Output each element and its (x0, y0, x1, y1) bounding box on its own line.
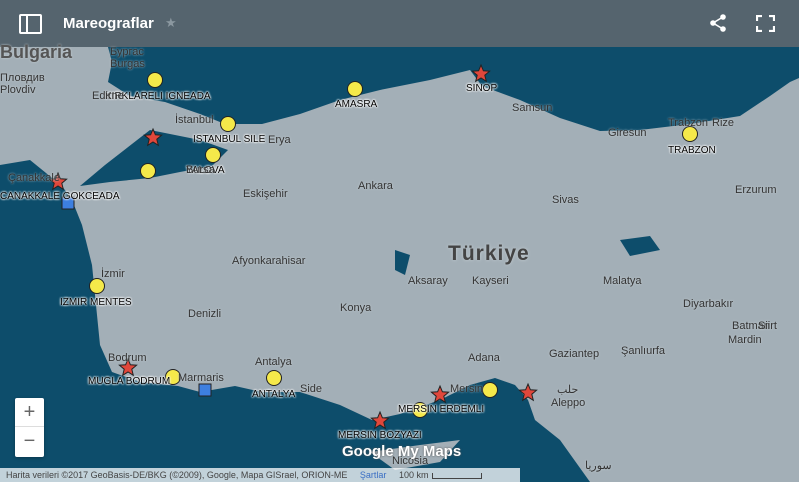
city-label: Giresun (608, 127, 647, 139)
city-label: Aksaray (408, 275, 448, 287)
map-footer: Harita verileri ©2017 GeoBasis-DE/BKG (©… (0, 468, 520, 482)
city-label: Kayseri (472, 275, 509, 287)
city-label: Rize (712, 117, 735, 129)
city-label: Бургас (110, 46, 144, 58)
city-label: Ankara (358, 180, 393, 192)
marker-label: ISTANBUL SILE (193, 134, 266, 145)
city-label: Aleppo (551, 397, 586, 409)
marker-label: MERSIN BOZYAZI (338, 430, 422, 441)
circle-marker[interactable] (147, 72, 163, 88)
city-label: İstanbul (175, 114, 214, 126)
marker-label: ANTALYA (252, 389, 296, 400)
city-label: Trabzon (668, 117, 708, 129)
map-header: Mareograflar ★ (0, 0, 799, 47)
fullscreen-icon[interactable] (756, 15, 775, 32)
city-label: Eskişehir (243, 188, 288, 200)
map-title: Mareograflar (63, 15, 154, 32)
city-label: Erzurum (735, 184, 777, 196)
marker-label: SINOP (466, 83, 498, 94)
share-icon[interactable] (708, 13, 728, 33)
marker-label: MERSIN ERDEMLI (398, 404, 485, 415)
city-label: Plovdiv (0, 84, 36, 96)
city-label: Пловдив (0, 72, 45, 84)
country-label: Türkiye (448, 242, 530, 265)
circle-marker[interactable] (140, 163, 156, 179)
zoom-control: + − (15, 398, 44, 457)
circle-marker[interactable] (205, 147, 221, 163)
city-label: Siirt (758, 320, 777, 332)
city-label: Bursa (186, 164, 215, 176)
circle-marker[interactable] (347, 81, 363, 97)
city-label: Diyarbakır (683, 298, 734, 310)
city-label: Afyonkarahisar (232, 255, 306, 267)
side-panel-icon[interactable] (19, 14, 42, 34)
city-label: Sivas (552, 194, 579, 206)
scale-bar (432, 472, 483, 479)
marker-label: MUGLA BODRUM (88, 376, 171, 387)
star-icon[interactable]: ★ (165, 15, 177, 31)
city-label: حلب (557, 384, 579, 396)
attribution: Harita verileri ©2017 GeoBasis-DE/BKG (©… (6, 470, 348, 480)
google-my-maps-logo: Google My Maps (342, 443, 462, 460)
marker-label: IZMIR MENTES (60, 297, 132, 308)
city-label: Marmaris (178, 372, 224, 384)
city-label: Antalya (255, 356, 292, 368)
city-label: Malatya (603, 275, 642, 287)
terms-link[interactable]: Şartlar (360, 470, 387, 480)
city-label: Mersin (450, 383, 484, 395)
circle-marker[interactable] (482, 382, 498, 398)
city-label: Konya (340, 302, 372, 314)
square-marker[interactable] (198, 383, 212, 397)
city-label: Bulgaria (0, 42, 73, 62)
marker-label: TRABZON (668, 145, 716, 156)
city-label: Samsun (512, 102, 553, 114)
city-label: Bodrum (108, 352, 147, 364)
city-label: Burgas (110, 58, 145, 70)
city-label: Mardin (728, 334, 762, 346)
zoom-out-button[interactable]: − (15, 427, 44, 456)
city-label: Denizli (188, 308, 222, 320)
scale-label: 100 km (398, 470, 429, 480)
city-label: Gaziantep (549, 348, 600, 360)
city-label: Edirne (92, 90, 124, 102)
city-label: Şanlıurfa (621, 345, 666, 357)
city-label: İzmir (101, 268, 125, 280)
circle-marker[interactable] (220, 116, 236, 132)
marker-label: CANAKKALE GOKCEADA (0, 191, 120, 202)
city-label: Adana (468, 352, 500, 364)
zoom-in-button[interactable]: + (15, 398, 44, 427)
city-label: سوريا (585, 460, 612, 472)
city-label: Erya (268, 134, 291, 146)
circle-marker[interactable] (89, 278, 105, 294)
city-label: Çanakkale (8, 172, 60, 184)
city-label: Side (300, 383, 323, 395)
circle-marker[interactable] (266, 370, 282, 386)
marker-label: AMASRA (335, 99, 378, 110)
